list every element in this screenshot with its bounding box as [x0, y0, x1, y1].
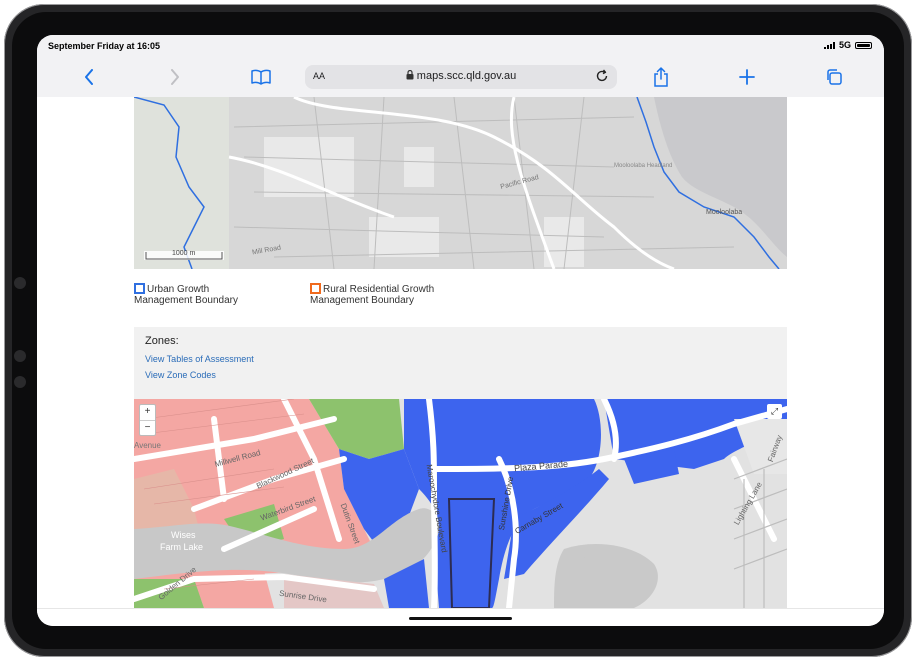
legend-rural-residential: Rural Residential Growth Management Boun… [310, 283, 434, 306]
battery-icon [855, 41, 872, 49]
zoom-control: + − [139, 404, 156, 436]
legend-urban-label-2: Management Boundary [134, 295, 238, 306]
legend-rural-label-2: Management Boundary [310, 295, 414, 306]
share-icon[interactable] [649, 65, 673, 89]
view-zone-codes-link[interactable]: View Zone Codes [145, 370, 216, 380]
home-indicator[interactable] [409, 617, 512, 620]
tabs-icon[interactable] [822, 65, 846, 89]
zoom-out-button[interactable]: − [140, 420, 155, 436]
lake-label-line2: Farm Lake [160, 542, 204, 552]
growth-boundary-map[interactable]: 1000 m Mill Road Pacific Road Mooloolaba… [134, 97, 787, 269]
screen: September Friday at 16:05 5G AA maps.scc… [37, 35, 884, 626]
home-indicator-area [37, 608, 884, 626]
map-label-headland: Mooloolaba Headland [614, 163, 673, 169]
cellular-signal-icon [823, 41, 835, 49]
network-type: 5G [838, 40, 851, 50]
back-chevron-icon[interactable] [77, 65, 101, 89]
status-bar: September Friday at 16:05 5G [37, 35, 884, 57]
map-legend: Urban Growth Management Boundary Rural R… [134, 283, 787, 323]
bookmarks-book-icon[interactable] [249, 65, 273, 89]
street-label-avenue-left: Avenue [134, 441, 161, 450]
lake-label-line1: Wises [171, 530, 196, 540]
camera-dot [14, 277, 26, 289]
zoom-in-button[interactable]: + [140, 405, 155, 420]
zones-title: Zones: [145, 335, 179, 347]
forward-chevron-icon[interactable] [163, 65, 187, 89]
page-content: 1000 m Mill Road Pacific Road Mooloolaba… [37, 97, 884, 608]
address-bar[interactable]: AA maps.scc.qld.gov.au [305, 65, 617, 89]
urban-boundary-swatch [134, 283, 145, 294]
map-label-mooloolaba: Mooloolaba [706, 209, 743, 216]
new-tab-plus-icon[interactable] [735, 65, 759, 89]
view-tables-link[interactable]: View Tables of Assessment [145, 354, 254, 364]
zoning-map[interactable]: + − ⤢ Avenue Millwell Road Blackwood Str… [134, 399, 787, 608]
fullscreen-icon[interactable]: ⤢ [767, 404, 782, 419]
map-scale-label: 1000 m [172, 250, 196, 257]
legend-rural-label: Rural Residential Growth [323, 284, 435, 295]
url-text: maps.scc.qld.gov.au [416, 70, 517, 82]
side-dot [14, 376, 26, 388]
reload-icon[interactable] [595, 69, 609, 83]
browser-toolbar: AA maps.scc.qld.gov.au [37, 57, 884, 98]
zones-panel: Zones: View Tables of Assessment View Zo… [134, 327, 787, 399]
status-time: September Friday at 16:05 [48, 41, 161, 51]
legend-urban-growth: Urban Growth Management Boundary [134, 283, 238, 306]
lock-icon [406, 69, 414, 80]
side-dot [14, 350, 26, 362]
rural-boundary-swatch [310, 283, 321, 294]
legend-urban-label: Urban Growth [147, 284, 210, 295]
